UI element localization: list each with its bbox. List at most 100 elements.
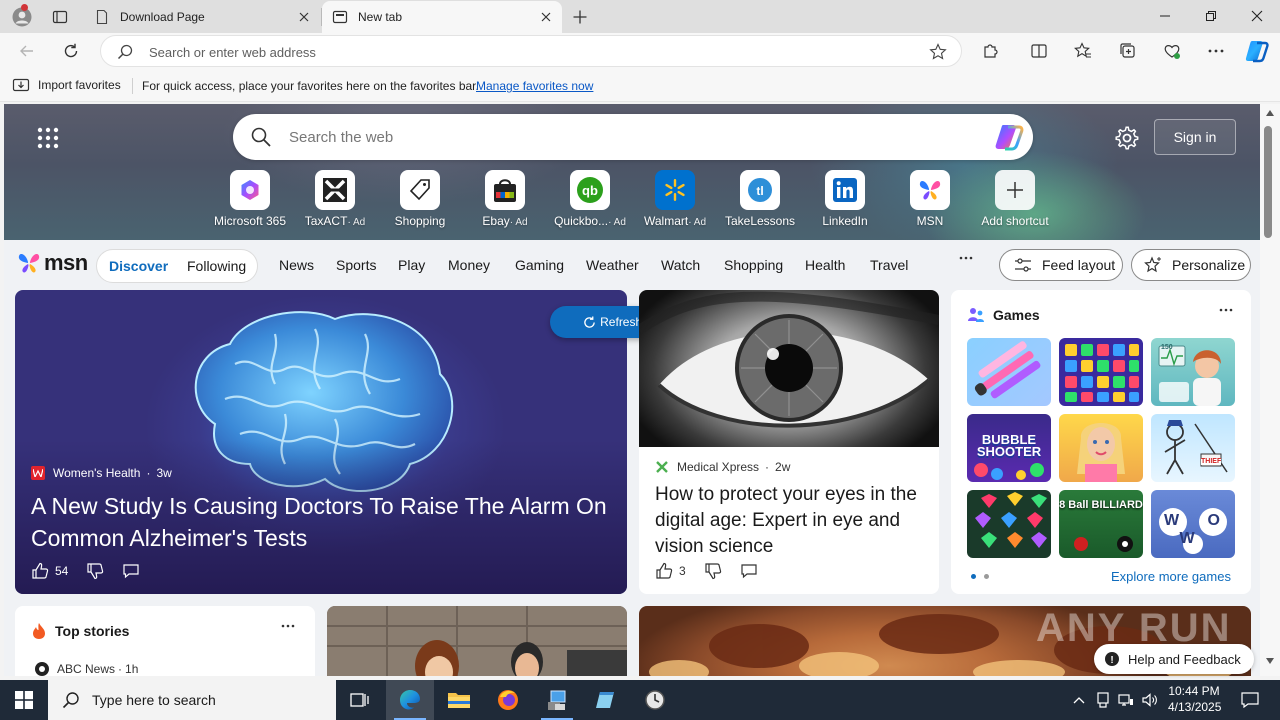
game-tile-hospital[interactable]: 150: [1151, 338, 1235, 406]
games-header[interactable]: Games: [967, 306, 1040, 324]
collections-button[interactable]: [1113, 37, 1143, 65]
tab-actions-button[interactable]: [46, 4, 74, 30]
quick-link-linkedin[interactable]: LinkedIn: [800, 170, 890, 228]
split-screen-button[interactable]: [1024, 37, 1054, 65]
thumbs-up-icon[interactable]: [655, 562, 673, 580]
back-button[interactable]: [12, 37, 42, 65]
top-stories-more-button[interactable]: [281, 624, 295, 628]
volume-button[interactable]: [1139, 680, 1161, 720]
quick-link-ebay[interactable]: Ebay· Ad: [460, 170, 550, 228]
task-view-button[interactable]: [336, 680, 384, 720]
page-settings-button[interactable]: [1115, 126, 1139, 150]
taskbar-search-box[interactable]: Type here to search: [48, 680, 336, 720]
add-shortcut-button[interactable]: Add shortcut: [970, 170, 1060, 228]
carousel-dots[interactable]: [971, 574, 997, 579]
nav-play[interactable]: Play: [398, 257, 425, 273]
new-tab-button[interactable]: [566, 4, 594, 30]
tab-new-tab[interactable]: New tab: [322, 1, 562, 33]
minimize-button[interactable]: [1142, 0, 1188, 32]
nav-gaming[interactable]: Gaming: [515, 257, 564, 273]
page-scrollbar[interactable]: [1260, 104, 1280, 676]
browser-essentials-button[interactable]: [1157, 37, 1187, 65]
carousel-dot-active[interactable]: [971, 574, 976, 579]
nav-shopping[interactable]: Shopping: [724, 257, 783, 273]
extensions-button[interactable]: [976, 37, 1006, 65]
sign-in-button[interactable]: Sign in: [1154, 119, 1236, 155]
copilot-button[interactable]: [1243, 38, 1271, 64]
feed-layout-button[interactable]: Feed layout: [999, 249, 1123, 281]
restore-button[interactable]: [1188, 0, 1234, 32]
game-tile-wow[interactable]: W O W: [1151, 490, 1235, 558]
explore-more-games-link[interactable]: Explore more games: [1111, 569, 1231, 584]
hero-story-card[interactable]: Women's Health · 3w A New Study Is Causi…: [15, 290, 627, 594]
scroll-up-arrow-icon[interactable]: [1266, 110, 1274, 116]
quick-link-shopping[interactable]: Shopping: [375, 170, 465, 228]
office-story-card[interactable]: [327, 606, 627, 676]
close-window-button[interactable]: [1234, 0, 1280, 32]
tab-following[interactable]: Following: [187, 258, 246, 274]
quick-link-walmart[interactable]: Walmart· Ad: [630, 170, 720, 228]
comment-icon[interactable]: [740, 562, 758, 580]
network-button[interactable]: [1115, 680, 1137, 720]
quick-link-taxact[interactable]: TaxACT· Ad: [290, 170, 380, 228]
nav-watch[interactable]: Watch: [661, 257, 700, 273]
import-favorites-button[interactable]: Import favorites: [12, 77, 121, 93]
tab-close-button[interactable]: [296, 9, 312, 25]
quick-link-microsoft-365[interactable]: Microsoft 365: [205, 170, 295, 228]
game-tile-thief-puzzle[interactable]: THIEF: [1151, 414, 1235, 482]
personalize-button[interactable]: Personalize: [1131, 249, 1251, 281]
tab-close-button[interactable]: [538, 9, 554, 25]
settings-more-button[interactable]: [1201, 37, 1231, 65]
nav-money[interactable]: Money: [448, 257, 490, 273]
thumbs-down-icon[interactable]: [86, 562, 104, 580]
thumbs-up-icon[interactable]: [31, 562, 49, 580]
taskbar-app-clock[interactable]: [631, 680, 679, 720]
copilot-icon[interactable]: [993, 122, 1025, 152]
game-tile-makeup[interactable]: [967, 338, 1051, 406]
web-search-box[interactable]: Search the web: [233, 114, 1033, 160]
msn-logo[interactable]: msn: [16, 250, 88, 276]
nav-travel[interactable]: Travel: [870, 257, 908, 273]
apps-launcher-button[interactable]: [36, 126, 60, 150]
notifications-button[interactable]: [1232, 680, 1268, 720]
tray-device-button[interactable]: [1092, 680, 1114, 720]
game-tile-bubble-shooter[interactable]: BUBBLE SHOOTER: [967, 414, 1051, 482]
scrollbar-thumb[interactable]: [1264, 126, 1272, 238]
thumbs-down-icon[interactable]: [704, 562, 722, 580]
story-title[interactable]: How to protect your eyes in the digital …: [655, 482, 930, 560]
start-button[interactable]: [0, 680, 48, 720]
nav-more-button[interactable]: [959, 256, 979, 272]
comment-icon[interactable]: [122, 562, 140, 580]
game-tile-gems[interactable]: [967, 490, 1051, 558]
quick-link-msn[interactable]: MSN: [885, 170, 975, 228]
taskbar-file-explorer[interactable]: [435, 680, 483, 720]
nav-weather[interactable]: Weather: [586, 257, 639, 273]
help-feedback-button[interactable]: ! Help and Feedback: [1094, 644, 1254, 674]
story-title[interactable]: A New Study Is Causing Doctors To Raise …: [31, 490, 616, 554]
taskbar-app-installer[interactable]: [533, 680, 581, 720]
game-tile-8-ball-billiard[interactable]: 8 Ball BILLIARD: [1059, 490, 1143, 558]
top-stories-header[interactable]: Top stories: [31, 622, 129, 640]
taskbar-notepad[interactable]: [582, 680, 630, 720]
nav-sports[interactable]: Sports: [336, 257, 376, 273]
eye-story-card[interactable]: Medical Xpress · 2w How to protect your …: [639, 290, 939, 594]
show-hidden-icons-button[interactable]: [1068, 680, 1090, 720]
quick-link-quickbooks[interactable]: qb Quickbo...· Ad: [545, 170, 635, 228]
taskbar-firefox[interactable]: [484, 680, 532, 720]
quick-link-takelessons[interactable]: tl TakeLessons: [715, 170, 805, 228]
game-tile-jewels[interactable]: [1059, 338, 1143, 406]
favorites-button[interactable]: [1068, 37, 1098, 65]
tab-discover[interactable]: Discover: [109, 258, 168, 274]
address-bar[interactable]: Search or enter web address: [100, 35, 962, 67]
carousel-dot[interactable]: [984, 574, 989, 579]
games-more-button[interactable]: [1219, 308, 1233, 312]
taskbar-edge[interactable]: [386, 680, 434, 720]
manage-favorites-link[interactable]: Manage favorites now: [476, 79, 593, 93]
nav-health[interactable]: Health: [805, 257, 845, 273]
taskbar-clock[interactable]: 10:44 PM 4/13/2025: [1168, 683, 1221, 715]
refresh-button[interactable]: [56, 37, 86, 65]
nav-news[interactable]: News: [279, 257, 314, 273]
tab-download-page[interactable]: Download Page: [84, 1, 320, 33]
game-tile-dress-up[interactable]: [1059, 414, 1143, 482]
favorite-star-icon[interactable]: [929, 43, 947, 61]
